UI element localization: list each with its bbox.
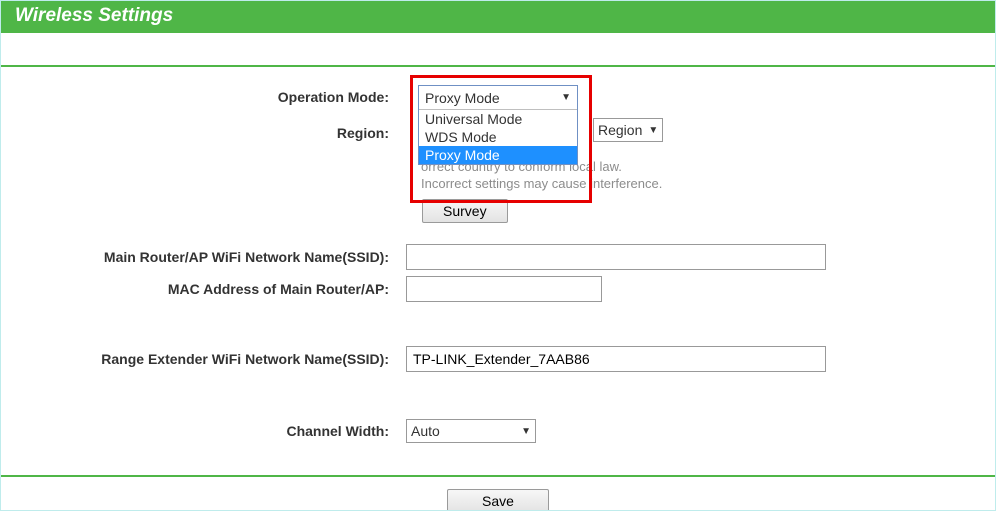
chevron-down-icon: ▼ (561, 92, 571, 103)
page-title: Wireless Settings (15, 5, 173, 26)
chevron-down-icon: ▼ (648, 125, 658, 136)
input-main-ssid[interactable] (406, 244, 826, 270)
label-channel-width: Channel Width: (1, 423, 401, 439)
row-save: Save (1, 477, 995, 511)
option-wds-mode[interactable]: WDS Mode (419, 128, 577, 146)
select-channel-width-value: Auto (411, 423, 440, 439)
note-region-line2: Incorrect settings may cause interferenc… (421, 176, 964, 193)
chevron-down-icon: ▼ (521, 426, 531, 437)
survey-button[interactable]: Survey (422, 199, 508, 223)
option-universal-mode[interactable]: Universal Mode (419, 110, 577, 128)
save-button[interactable]: Save (447, 489, 549, 511)
select-channel-width[interactable]: Auto ▼ (406, 419, 536, 443)
row-main-ssid: Main Router/AP WiFi Network Name(SSID): (1, 241, 995, 273)
select-operation-mode-options: Universal Mode WDS Mode Proxy Mode (419, 110, 577, 164)
select-region-value: Region (598, 122, 642, 138)
input-main-mac[interactable] (406, 276, 602, 302)
survey-button-wrap: Survey (422, 199, 508, 223)
label-extender-ssid: Range Extender WiFi Network Name(SSID): (1, 351, 401, 367)
select-region[interactable]: Region ▼ (593, 118, 663, 142)
input-extender-ssid[interactable] (406, 346, 826, 372)
label-main-mac: MAC Address of Main Router/AP: (1, 281, 401, 297)
row-extender-ssid: Range Extender WiFi Network Name(SSID): (1, 343, 995, 375)
select-operation-mode[interactable]: Proxy Mode ▼ Universal Mode WDS Mode Pro… (418, 85, 578, 165)
label-region: Region: (1, 125, 401, 141)
select-operation-mode-display[interactable]: Proxy Mode ▼ (419, 86, 577, 110)
option-proxy-mode[interactable]: Proxy Mode (419, 146, 577, 164)
label-main-ssid: Main Router/AP WiFi Network Name(SSID): (1, 249, 401, 265)
page: Wireless Settings Operation Mode: Region… (0, 0, 996, 511)
label-operation-mode: Operation Mode: (1, 89, 401, 105)
page-title-bar: Wireless Settings (1, 1, 995, 33)
select-operation-mode-value: Proxy Mode (425, 90, 500, 106)
row-main-mac: MAC Address of Main Router/AP: (1, 273, 995, 305)
row-channel-width: Channel Width: Auto ▼ (1, 415, 995, 447)
